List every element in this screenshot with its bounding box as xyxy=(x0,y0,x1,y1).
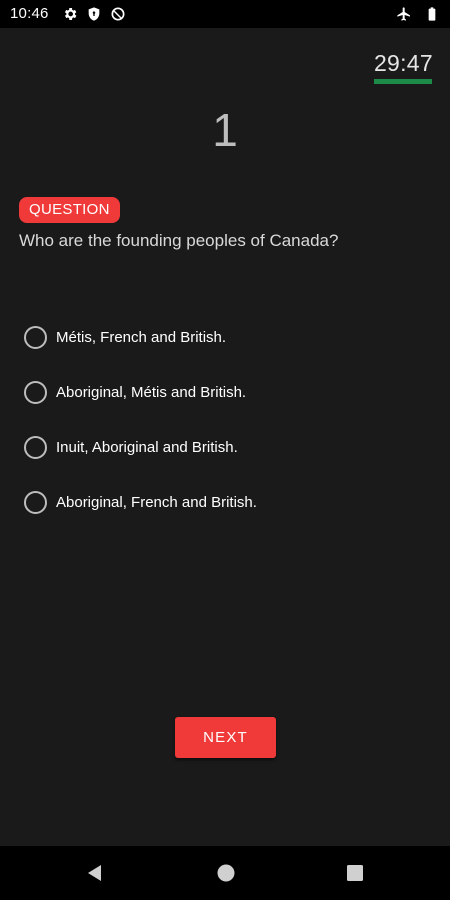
status-icons-left xyxy=(62,6,126,22)
battery-icon xyxy=(424,6,440,22)
radio-button[interactable] xyxy=(24,490,47,514)
answer-option-label: Métis, French and British. xyxy=(56,328,227,346)
radio-button[interactable] xyxy=(24,325,47,349)
home-icon[interactable] xyxy=(216,863,236,883)
status-time: 10:46 xyxy=(10,5,49,22)
back-icon[interactable] xyxy=(85,863,105,883)
timer-text: 29:47 xyxy=(373,50,433,76)
answer-options: Métis, French and British. Aboriginal, M… xyxy=(24,323,434,543)
quiz-screen: 10:46 29:47 1 QUESTION Who are the found… xyxy=(0,0,450,900)
next-button[interactable]: NEXT xyxy=(175,717,276,758)
answer-option-3[interactable]: Inuit, Aboriginal and British. xyxy=(24,433,434,461)
radio-button[interactable] xyxy=(24,435,47,459)
recents-icon[interactable] xyxy=(345,863,365,883)
data-saver-icon xyxy=(110,6,126,22)
answer-option-4[interactable]: Aboriginal, French and British. xyxy=(24,488,434,516)
question-text: Who are the founding peoples of Canada? xyxy=(19,231,339,250)
answer-option-label: Aboriginal, French and British. xyxy=(56,493,257,511)
status-bar: 10:46 xyxy=(0,0,450,28)
radio-button[interactable] xyxy=(24,380,47,404)
gear-icon xyxy=(62,6,78,22)
question-badge: QUESTION xyxy=(19,197,120,223)
answer-option-1[interactable]: Métis, French and British. xyxy=(24,323,434,351)
airplane-icon xyxy=(396,6,412,22)
shield-icon xyxy=(86,6,102,22)
timer-progress-bar xyxy=(373,79,432,84)
answer-option-label: Aboriginal, Métis and British. xyxy=(56,383,247,401)
countdown-timer: 29:47 xyxy=(373,50,433,84)
question-number: 1 xyxy=(212,104,238,156)
answer-option-2[interactable]: Aboriginal, Métis and British. xyxy=(24,378,434,406)
answer-option-label: Inuit, Aboriginal and British. xyxy=(56,438,238,456)
status-icons-right xyxy=(396,6,440,22)
navigation-bar xyxy=(0,846,450,900)
